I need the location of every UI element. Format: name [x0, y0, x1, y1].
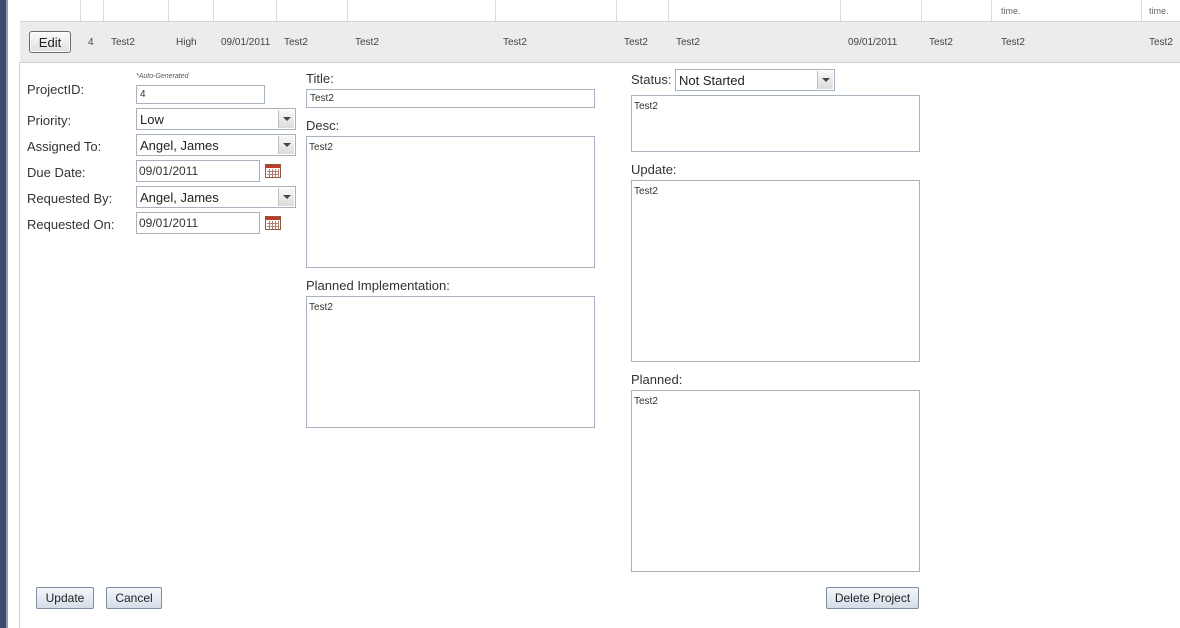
grid-column-divider [103, 0, 104, 21]
update-label: Update: [631, 162, 677, 177]
planned-label: Planned: [631, 372, 683, 387]
form-left-divider [19, 62, 20, 628]
chevron-down-icon[interactable] [817, 71, 833, 89]
grid-cell: Test2 [929, 37, 953, 48]
grid-cell: Test2 [624, 37, 648, 48]
grid-row-project-4: Edit 4 Test2 High 09/01/2011 Test2 Test2… [20, 22, 1180, 63]
calendar-icon[interactable] [265, 216, 281, 230]
grid-cell: Test2 [1149, 37, 1173, 48]
grid-column-divider [1141, 0, 1142, 21]
title-field[interactable] [306, 89, 595, 108]
grid-top-row: time. time. [20, 0, 1180, 22]
priority-label: Priority: [27, 113, 72, 128]
grid-column-divider [495, 0, 496, 21]
grid-column-divider [213, 0, 214, 21]
project-id-field[interactable] [136, 85, 265, 104]
chevron-down-icon[interactable] [278, 136, 294, 154]
grid-column-divider [168, 0, 169, 21]
update-button[interactable]: Update [36, 587, 94, 609]
calendar-icon[interactable] [265, 164, 281, 178]
grid-cell: Test2 [503, 37, 527, 48]
grid-column-divider [668, 0, 669, 21]
requested-by-select-value: Angel, James [140, 190, 219, 205]
requested-on-label: Requested On: [27, 217, 115, 232]
priority-select-value: Low [140, 112, 164, 127]
grid-cell-id: 4 [88, 37, 94, 48]
grid-cell-time: time. [1001, 6, 1021, 16]
grid-column-divider [347, 0, 348, 21]
chevron-down-icon[interactable] [278, 188, 294, 206]
grid-cell-time: time. [1149, 6, 1169, 16]
auto-generated-note: *Auto-Generated [136, 73, 189, 80]
assigned-to-label: Assigned To: [27, 139, 102, 154]
grid-cell: Test2 [1001, 37, 1025, 48]
page-left-border-highlight [6, 0, 8, 628]
chevron-down-icon[interactable] [278, 110, 294, 128]
cancel-button[interactable]: Cancel [106, 587, 162, 609]
due-date-field[interactable] [136, 160, 260, 182]
grid-column-divider [80, 0, 81, 21]
requested-by-select[interactable]: Angel, James [136, 186, 296, 208]
delete-project-button[interactable]: Delete Project [826, 587, 919, 609]
desc-textarea[interactable]: Test2 [306, 136, 595, 268]
update-textarea[interactable]: Test2 [631, 180, 920, 362]
requested-on-field[interactable] [136, 212, 260, 234]
desc-label: Desc: [306, 118, 340, 133]
status-select-value: Not Started [679, 73, 745, 88]
status-select[interactable]: Not Started [675, 69, 835, 91]
priority-select[interactable]: Low [136, 108, 296, 130]
grid-cell-priority: High [176, 37, 197, 48]
planned-textarea[interactable]: Test2 [631, 390, 920, 572]
grid-column-divider [921, 0, 922, 21]
grid-column-divider [991, 0, 992, 21]
assigned-to-select-value: Angel, James [140, 138, 219, 153]
planned-implementation-label: Planned Implementation: [306, 278, 450, 293]
status-textarea[interactable]: Test2 [631, 95, 920, 152]
requested-by-label: Requested By: [27, 191, 113, 206]
grid-cell-requested-on: 09/01/2011 [848, 37, 898, 48]
grid-cell: Test2 [676, 37, 700, 48]
edit-button[interactable]: Edit [29, 31, 71, 53]
assigned-to-select[interactable]: Angel, James [136, 134, 296, 156]
grid-cell: Test2 [284, 37, 308, 48]
status-label: Status: [631, 72, 672, 87]
grid-cell-title: Test2 [111, 37, 135, 48]
grid-column-divider [840, 0, 841, 21]
grid-column-divider [276, 0, 277, 21]
planned-implementation-textarea[interactable]: Test2 [306, 296, 595, 428]
due-date-label: Due Date: [27, 165, 86, 180]
grid-cell: Test2 [355, 37, 379, 48]
grid-cell-due-date: 09/01/2011 [221, 37, 271, 48]
title-label: Title: [306, 71, 334, 86]
project-id-label: ProjectID: [27, 82, 85, 97]
grid-column-divider [616, 0, 617, 21]
